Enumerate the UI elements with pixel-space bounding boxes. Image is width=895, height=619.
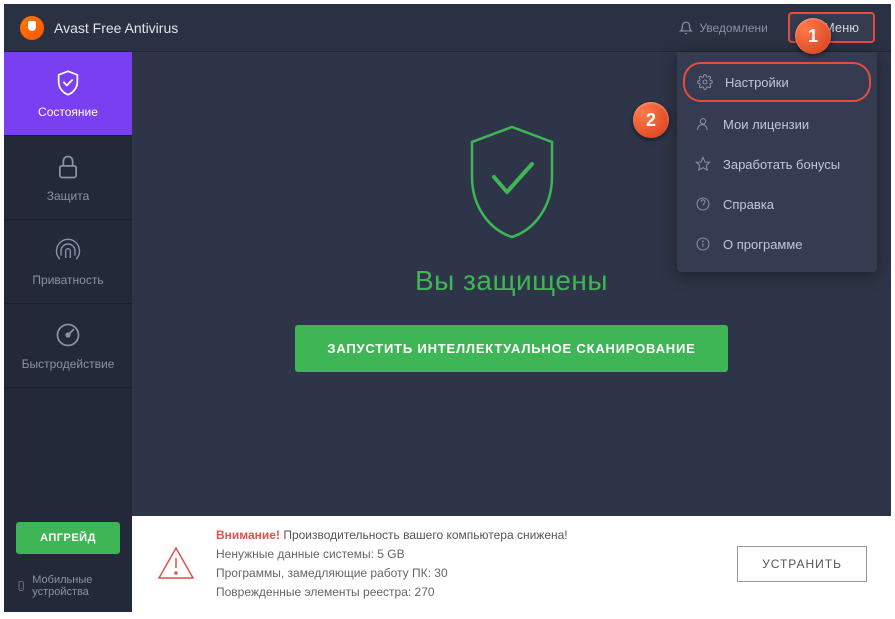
mobile-label: Мобильные устройства: [32, 574, 120, 598]
dropdown-item-settings[interactable]: Настройки: [683, 62, 871, 102]
gauge-icon: [54, 321, 82, 349]
sidebar-item-label: Защита: [47, 189, 90, 203]
callout-2: 2: [633, 102, 669, 138]
scan-button[interactable]: ЗАПУСТИТЬ ИНТЕЛЛЕКТУАЛЬНОЕ СКАНИРОВАНИЕ: [295, 325, 727, 372]
dropdown-item-bonuses[interactable]: Заработать бонусы: [677, 144, 877, 184]
dropdown-label: Настройки: [725, 75, 789, 90]
warning-icon: [156, 544, 196, 584]
banner-line-1: Ненужные данные системы: 5 GB: [216, 545, 717, 564]
topbar-actions: Уведомлени Меню: [667, 12, 875, 43]
bell-icon: [679, 21, 693, 35]
sidebar: Состояние Защита Приватность Быстродейст…: [4, 52, 132, 612]
question-icon: [695, 196, 711, 212]
star-icon: [695, 156, 711, 172]
shield-check-icon: [54, 69, 82, 97]
sidebar-item-performance[interactable]: Быстродействие: [4, 304, 132, 388]
dropdown-item-licenses[interactable]: Мои лицензии: [677, 104, 877, 144]
sidebar-item-label: Приватность: [32, 273, 103, 287]
sidebar-item-status[interactable]: Состояние: [4, 52, 132, 136]
brand: Avast Free Antivirus: [20, 16, 178, 40]
fix-button[interactable]: УСТРАНИТЬ: [737, 546, 867, 582]
menu-dropdown: Настройки Мои лицензии Заработать бонусы…: [677, 52, 877, 272]
sidebar-item-protection[interactable]: Защита: [4, 136, 132, 220]
lock-icon: [54, 153, 82, 181]
banner-title: Внимание! Производительность вашего комп…: [216, 526, 717, 545]
upgrade-button[interactable]: АПГРЕЙД: [16, 522, 120, 554]
status-title: Вы защищены: [415, 265, 608, 297]
app-window: Avast Free Antivirus Уведомлени Меню Сос…: [4, 4, 891, 612]
topbar: Avast Free Antivirus Уведомлени Меню: [4, 4, 891, 52]
banner-line-2: Программы, замедляющие работу ПК: 30: [216, 564, 717, 583]
sidebar-item-label: Быстродействие: [22, 357, 115, 371]
banner-warning-text: Производительность вашего компьютера сни…: [280, 528, 568, 542]
shield-icon: [462, 122, 562, 242]
avast-logo-icon: [20, 16, 44, 40]
sidebar-item-label: Состояние: [38, 105, 98, 119]
gear-icon: [697, 74, 713, 90]
banner-text: Внимание! Производительность вашего комп…: [216, 526, 717, 603]
user-icon: [695, 116, 711, 132]
dropdown-label: Заработать бонусы: [723, 157, 840, 172]
dropdown-label: Справка: [723, 197, 774, 212]
dropdown-item-help[interactable]: Справка: [677, 184, 877, 224]
dropdown-label: Мои лицензии: [723, 117, 809, 132]
mobile-devices-link[interactable]: Мобильные устройства: [4, 564, 132, 612]
notifications-label: Уведомлени: [699, 21, 768, 35]
mobile-icon: [16, 579, 26, 593]
banner-warning-prefix: Внимание!: [216, 528, 280, 542]
dropdown-label: О программе: [723, 237, 803, 252]
fingerprint-icon: [54, 237, 82, 265]
banner-line-3: Поврежденные элементы реестра: 270: [216, 583, 717, 602]
notifications-button[interactable]: Уведомлени: [667, 15, 780, 41]
info-icon: [695, 236, 711, 252]
dropdown-item-about[interactable]: О программе: [677, 224, 877, 264]
callout-1: 1: [795, 18, 831, 54]
performance-banner: Внимание! Производительность вашего комп…: [132, 516, 891, 612]
sidebar-item-privacy[interactable]: Приватность: [4, 220, 132, 304]
brand-title: Avast Free Antivirus: [54, 20, 178, 36]
status-shield: [462, 122, 562, 247]
sidebar-spacer: [4, 388, 132, 512]
